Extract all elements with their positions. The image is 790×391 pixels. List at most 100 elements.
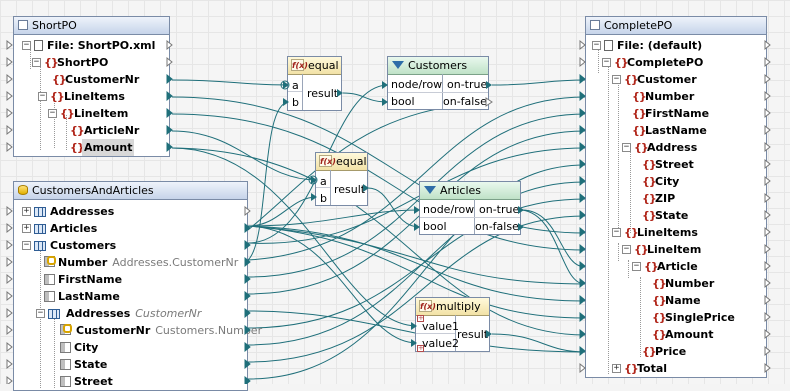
articles-filter-on-false[interactable]: on-false xyxy=(475,218,519,235)
ca-number-row[interactable]: Number Addresses.CustomerNr xyxy=(14,254,247,271)
equal-2-input-a[interactable]: a xyxy=(320,173,327,190)
customers-filter-node-input[interactable]: node/row xyxy=(391,76,442,93)
shortpo-lineitems-row[interactable]: − {} LineItems xyxy=(14,88,169,105)
cpo-lastname-row[interactable]: {} LastName xyxy=(586,122,766,139)
shortpo-root-row[interactable]: − {} ShortPO xyxy=(14,54,169,71)
cpo-number-row[interactable]: {} Number xyxy=(586,88,766,105)
equal-function-1[interactable]: f(x) equal a b result xyxy=(287,56,342,111)
multiply-output-result[interactable]: result xyxy=(457,326,488,343)
ca-city-label: City xyxy=(74,341,99,354)
cpo-amount-row[interactable]: {} Amount xyxy=(586,326,766,343)
customers-filter-on-true[interactable]: on-true xyxy=(447,76,487,93)
customers-on-true-label: on-true xyxy=(447,78,488,91)
shortpo-amount-row[interactable]: {} Amount xyxy=(14,139,169,156)
ca-articles-label: Articles xyxy=(50,222,98,235)
cpo-lineitem-row[interactable]: − {} LineItem xyxy=(586,241,766,258)
table-icon xyxy=(48,309,60,319)
cpo-article-row[interactable]: − {} Article xyxy=(586,258,766,275)
articles-filter[interactable]: Articles node/row bool on-true on-false xyxy=(419,181,521,235)
multiply-value1-label: value1 xyxy=(422,320,460,333)
customers-articles-title-bar[interactable]: CustomersAndArticles xyxy=(14,182,247,200)
element-icon: {} xyxy=(632,90,647,103)
element-icon: {} xyxy=(50,90,65,103)
element-icon: {} xyxy=(642,192,657,205)
shortpo-articlenr-row[interactable]: {} ArticleNr xyxy=(14,122,169,139)
completepo-component[interactable]: CompletePO − File: (default) − {} Comple… xyxy=(585,16,767,378)
multiply-title-bar[interactable]: f(x) multiply xyxy=(416,298,489,316)
equal-1-output-result[interactable]: result xyxy=(307,85,338,102)
shortpo-input-pins[interactable] xyxy=(6,40,16,160)
shortpo-component[interactable]: ShortPO − File: ShortPO.xml − {} ShortPO… xyxy=(13,16,170,157)
cpo-article-label: Article xyxy=(657,260,698,273)
equal-1-input-b[interactable]: b xyxy=(292,94,299,111)
ca-customernr-row[interactable]: CustomerNr Customers.Number xyxy=(14,322,262,339)
multiply-input-value1[interactable]: value1 xyxy=(422,318,459,335)
cpo-firstname-label: FirstName xyxy=(645,107,710,120)
articles-node-label: node/row xyxy=(423,203,475,216)
cpo-zip-row[interactable]: {} ZIP xyxy=(586,190,766,207)
cpo-name-row[interactable]: {} Name xyxy=(586,292,766,309)
shortpo-customernr-row[interactable]: {} CustomerNr xyxy=(14,71,169,88)
cpo-root-row[interactable]: − {} CompletePO xyxy=(586,54,766,71)
ca-city-row[interactable]: City xyxy=(14,339,247,356)
ca-state-row[interactable]: State xyxy=(14,356,247,373)
equal-2-title-bar[interactable]: f(x) equal xyxy=(316,153,367,171)
equal-1-input-a[interactable]: a xyxy=(292,77,299,94)
equal-function-2[interactable]: f(x) equal a b result xyxy=(315,152,368,206)
multiply-function[interactable]: f(x) multiply + + value1 value2 result xyxy=(415,297,490,352)
customers-filter-on-false[interactable]: on-false xyxy=(443,93,487,110)
cpo-address-row[interactable]: − {} Address xyxy=(586,139,766,156)
ca-customers-row[interactable]: − Customers xyxy=(14,237,247,254)
completepo-output-pins[interactable] xyxy=(764,40,774,380)
articles-filter-on-true[interactable]: on-true xyxy=(479,201,519,218)
completepo-input-pins[interactable] xyxy=(579,40,589,380)
element-icon: {} xyxy=(614,56,629,69)
filter-icon xyxy=(392,61,404,69)
ca-addresses-row[interactable]: + Addresses xyxy=(14,203,247,220)
cpo-singleprice-row[interactable]: {} SinglePrice xyxy=(586,309,766,326)
cpo-file-row[interactable]: − File: (default) xyxy=(586,37,766,54)
equal-2-output-result[interactable]: result xyxy=(334,181,365,198)
ca-sub-addresses-row[interactable]: − Addresses CustomerNr xyxy=(14,305,247,322)
equal-2-input-b[interactable]: b xyxy=(320,190,327,207)
shortpo-lineitem-row[interactable]: − {} LineItem xyxy=(14,105,169,122)
customers-filter-bool-input[interactable]: bool xyxy=(391,93,415,110)
ca-output-pins[interactable] xyxy=(244,206,254,384)
customers-filter-title-bar[interactable]: Customers xyxy=(388,57,488,75)
xml-schema-icon xyxy=(590,20,600,30)
element-icon: {} xyxy=(644,260,659,273)
cpo-lineitem-label: LineItem xyxy=(647,243,702,256)
table-icon xyxy=(34,224,46,234)
cpo-street-row[interactable]: {} Street xyxy=(586,156,766,173)
cpo-city-row[interactable]: {} City xyxy=(586,173,766,190)
cpo-lineitems-row[interactable]: − {} LineItems xyxy=(586,224,766,241)
cpo-price-row[interactable]: {} Price xyxy=(586,343,766,360)
equal-1-b-label: b xyxy=(292,96,299,109)
cpo-customer-row[interactable]: − {} Customer xyxy=(586,71,766,88)
articles-filter-bool-input[interactable]: bool xyxy=(423,218,447,235)
ca-firstname-row[interactable]: FirstName xyxy=(14,271,247,288)
ca-street-row[interactable]: Street xyxy=(14,373,247,390)
element-icon: {} xyxy=(632,107,647,120)
ca-input-pins[interactable] xyxy=(6,206,16,384)
articles-filter-title-bar[interactable]: Articles xyxy=(420,182,520,200)
function-icon: f(x) xyxy=(291,59,308,71)
customers-filter[interactable]: Customers node/row bool on-true on-false xyxy=(387,56,489,110)
cpo-state-row[interactable]: {} State xyxy=(586,207,766,224)
shortpo-file-row[interactable]: − File: ShortPO.xml xyxy=(14,37,169,54)
articles-filter-node-input[interactable]: node/row xyxy=(423,201,474,218)
cpo-total-row[interactable]: + {} Total xyxy=(586,360,766,377)
completepo-title-bar[interactable]: CompletePO xyxy=(586,17,766,35)
ca-articles-row[interactable]: + Articles xyxy=(14,220,247,237)
shortpo-output-pins[interactable] xyxy=(166,40,176,160)
customers-node-label: node/row xyxy=(391,78,443,91)
ca-lastname-row[interactable]: LastName xyxy=(14,288,247,305)
articles-on-false-label: on-false xyxy=(475,220,519,233)
cpo-article-number-row[interactable]: {} Number xyxy=(586,275,766,292)
multiply-input-value2[interactable]: value2 xyxy=(422,335,459,352)
equal-1-title-bar[interactable]: f(x) equal xyxy=(288,57,341,75)
customers-articles-component[interactable]: CustomersAndArticles + Addresses + Artic… xyxy=(13,181,262,391)
cpo-firstname-row[interactable]: {} FirstName xyxy=(586,105,766,122)
element-icon: {} xyxy=(624,226,639,239)
shortpo-title-bar[interactable]: ShortPO xyxy=(14,17,169,35)
